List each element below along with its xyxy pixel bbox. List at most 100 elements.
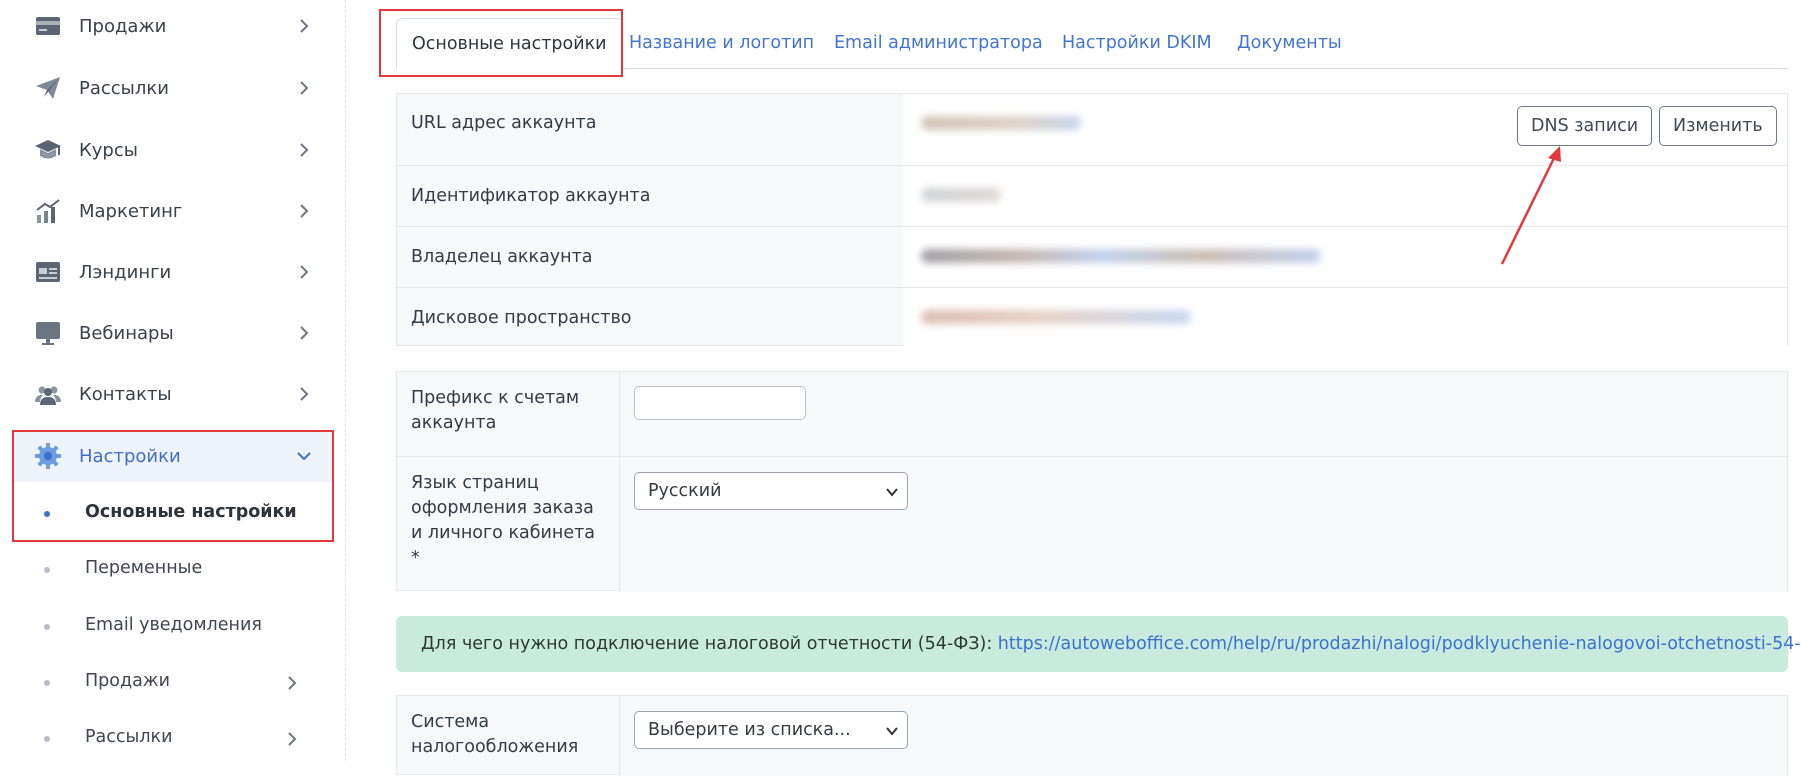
gear-icon: [35, 443, 61, 469]
tab-label: Документы: [1237, 33, 1342, 53]
subnav-item-main-settings[interactable]: Основные настройки: [20, 489, 334, 539]
tab-name-and-logo[interactable]: Название и логотип: [629, 18, 814, 68]
tab-main-settings[interactable]: Основные настройки: [396, 18, 623, 69]
tab-admin-email[interactable]: Email администратора: [834, 18, 1043, 68]
row-label: URL адрес аккаунта: [411, 113, 597, 133]
subnav-item-variables[interactable]: Переменные: [20, 545, 334, 595]
sidebar-item-label: Настройки: [79, 445, 181, 467]
tab-label: Основные настройки: [412, 34, 607, 54]
language-label: Язык страниц оформления заказа и личного…: [411, 473, 596, 568]
sidebar-item-label: Рассылки: [79, 77, 169, 99]
sidebar-item-label: Лэндинги: [79, 261, 172, 283]
subnav-item-label: Рассылки: [85, 727, 173, 747]
sidebar-item-webinars[interactable]: Вебинары: [12, 307, 334, 359]
chevron-down-icon: [886, 727, 898, 736]
sales-card-icon: [36, 17, 60, 35]
subnav-item-label: Основные настройки: [85, 502, 297, 522]
account-info-table: URL адрес аккаунта DNS записи Изменить И…: [396, 93, 1788, 347]
tax-system-select[interactable]: Выберите из списка...: [634, 711, 908, 749]
row-label: Дисковое пространство: [411, 308, 632, 328]
chevron-right-icon: [288, 676, 297, 690]
graduation-cap-icon: [35, 140, 61, 159]
form-cell: Выберите из списка...: [619, 696, 1787, 776]
bullet-icon: [44, 680, 50, 686]
subnav-item-mailings[interactable]: Рассылки: [20, 714, 334, 764]
edit-button[interactable]: Изменить: [1659, 106, 1777, 146]
tax-reporting-alert: Для чего нужно подключение налоговой отч…: [396, 616, 1801, 672]
chevron-down-icon: [886, 488, 898, 497]
settings-tabs: Основные настройки Название и логотип Em…: [396, 18, 1788, 69]
sidebar-item-mailings[interactable]: Рассылки: [12, 62, 334, 114]
sidebar-item-contacts[interactable]: Контакты: [12, 368, 334, 420]
paper-plane-icon: [36, 77, 60, 99]
table-row: Идентификатор аккаунта: [397, 165, 1787, 226]
row-label: Владелец аккаунта: [411, 247, 593, 267]
annotation-arrow-icon: [1500, 146, 1561, 265]
growth-chart-icon: [36, 199, 60, 223]
sidebar-item-sales[interactable]: Продажи: [12, 0, 334, 52]
row-value: [903, 166, 1787, 226]
tab-label: Email администратора: [834, 33, 1043, 53]
table-row: Дисковое пространство: [397, 287, 1787, 347]
form-row: Система налогообложения Выберите из спис…: [397, 696, 1787, 776]
sidebar-item-label: Продажи: [79, 15, 167, 37]
landing-page-icon: [36, 262, 60, 282]
tab-dkim-settings[interactable]: Настройки DKIM: [1062, 18, 1212, 68]
tax-settings-form: Система налогообложения Выберите из спис…: [396, 695, 1788, 776]
form-cell: Русский: [619, 457, 1787, 592]
subnav-item-label: Email уведомления: [85, 615, 262, 635]
chevron-right-icon: [300, 387, 309, 401]
chevron-right-icon: [300, 204, 309, 218]
language-select[interactable]: Русский: [634, 472, 908, 510]
chevron-right-icon: [300, 143, 309, 157]
subnav-item-sales[interactable]: Продажи: [20, 658, 334, 708]
subnav-item-label: Переменные: [85, 558, 203, 578]
sidebar: Продажи Рассылки Курсы Маркетинг Лэндинг…: [0, 0, 346, 761]
invoice-prefix-input[interactable]: [634, 386, 806, 420]
chevron-down-icon: [297, 452, 311, 461]
chevron-right-icon: [300, 19, 309, 33]
chevron-right-icon: [300, 326, 309, 340]
subnav-item-email-notifications[interactable]: Email уведомления: [20, 602, 334, 652]
sidebar-item-label: Курсы: [79, 139, 138, 161]
table-row: Владелец аккаунта: [397, 226, 1787, 287]
subnav-item-label: Продажи: [85, 671, 170, 691]
chevron-right-icon: [288, 732, 297, 746]
row-value: [903, 288, 1787, 347]
redacted-value: [921, 310, 1191, 324]
sidebar-item-landings[interactable]: Лэндинги: [12, 246, 334, 298]
tax-system-label: Система налогообложения: [411, 712, 579, 757]
redacted-value: [921, 188, 1001, 202]
sidebar-item-courses[interactable]: Курсы: [12, 124, 334, 176]
redacted-value: [921, 116, 1081, 130]
alert-text: Для чего нужно подключение налоговой отч…: [421, 634, 998, 654]
chevron-right-icon: [300, 81, 309, 95]
bullet-icon: [44, 511, 50, 517]
sidebar-item-marketing[interactable]: Маркетинг: [12, 185, 334, 237]
monitor-icon: [36, 322, 60, 345]
users-icon: [35, 386, 61, 405]
row-value: [903, 227, 1787, 287]
sidebar-item-label: Маркетинг: [79, 200, 183, 222]
redacted-value: [921, 249, 1321, 263]
chevron-right-icon: [300, 265, 309, 279]
invoice-prefix-label: Префикс к счетам аккаунта: [411, 388, 580, 433]
sidebar-item-settings[interactable]: Настройки: [12, 430, 334, 482]
bullet-icon: [44, 624, 50, 630]
help-link[interactable]: https://autoweboffice.com/help/ru/prodaz…: [998, 634, 1801, 654]
sidebar-item-label: Вебинары: [79, 322, 174, 344]
row-value: DNS записи Изменить: [903, 94, 1787, 165]
tab-documents[interactable]: Документы: [1237, 18, 1342, 68]
form-row: Язык страниц оформления заказа и личного…: [397, 456, 1787, 592]
bullet-icon: [44, 736, 50, 742]
tax-system-select-value: Выберите из списка...: [648, 720, 851, 740]
form-cell: [619, 372, 1787, 456]
bullet-icon: [44, 567, 50, 573]
sidebar-item-label: Контакты: [79, 383, 172, 405]
table-row: URL адрес аккаунта DNS записи Изменить: [397, 94, 1787, 165]
language-select-value: Русский: [648, 481, 722, 501]
form-row: Префикс к счетам аккаунта: [397, 372, 1787, 456]
tab-label: Название и логотип: [629, 33, 815, 53]
tab-label: Настройки DKIM: [1062, 33, 1212, 53]
billing-settings-form: Префикс к счетам аккаунта Язык страниц о…: [396, 371, 1788, 592]
